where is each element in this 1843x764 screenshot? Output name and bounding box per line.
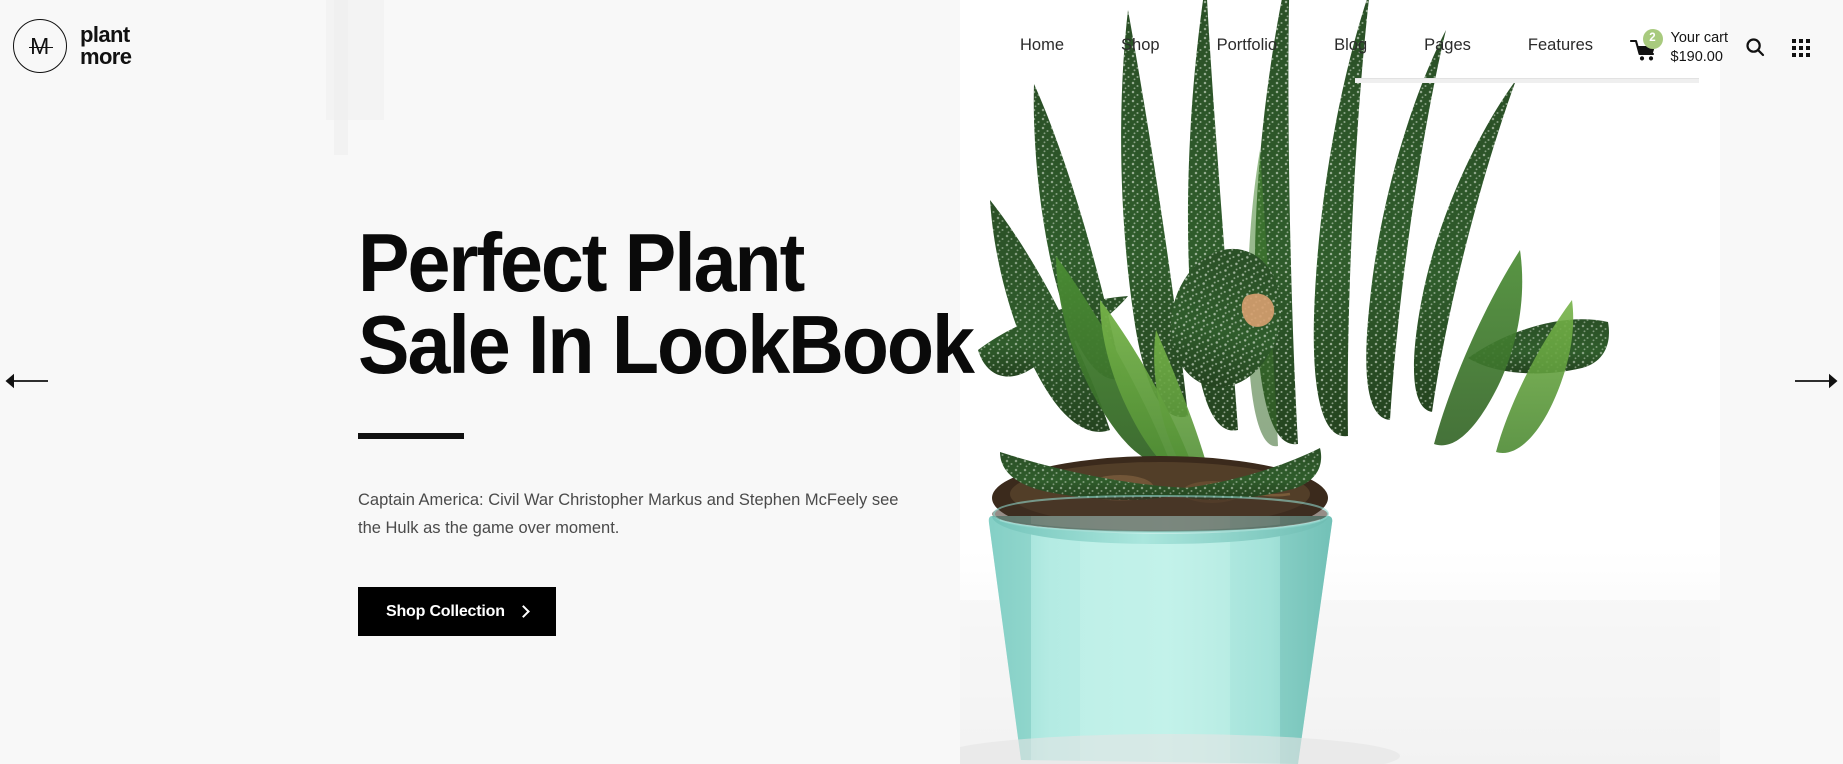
chevron-right-icon	[516, 604, 530, 618]
slider-prev-button[interactable]	[4, 362, 64, 402]
site-header: M plant more Home Shop Portfolio Blog Pa…	[0, 0, 1843, 92]
search-button[interactable]	[1732, 28, 1778, 68]
cart-total: $190.00	[1670, 49, 1723, 65]
nav-item-shop[interactable]: Shop	[1121, 34, 1160, 57]
nav-item-home[interactable]: Home	[1020, 34, 1064, 57]
brand-name-line2: more	[80, 44, 132, 69]
cart-badge-count: 2	[1642, 29, 1663, 49]
arrow-left-icon	[4, 372, 50, 393]
nav-item-portfolio[interactable]: Portfolio	[1217, 34, 1278, 57]
logo-monogram-strike	[29, 47, 53, 49]
logo-monogram-icon: M	[13, 19, 67, 73]
hero-title: Perfect Plant Sale In LookBook	[358, 221, 975, 391]
shop-collection-button[interactable]: Shop Collection	[358, 587, 556, 636]
hero-title-line1: Perfect Plant	[358, 216, 805, 309]
grid-menu-button[interactable]	[1778, 28, 1824, 68]
main-navigation: Home Shop Portfolio Blog Pages Features	[1020, 34, 1593, 57]
brand-name-line1: plant	[80, 22, 130, 47]
hero-description: Captain America: Civil War Christopher M…	[358, 491, 899, 537]
arrow-right-icon	[1793, 372, 1839, 393]
logo-monogram-letter: M	[30, 32, 50, 59]
nav-item-pages[interactable]: Pages	[1424, 34, 1471, 57]
cart-label: Your cart	[1670, 29, 1729, 46]
cart-button[interactable]: 2 Your cart $190.00	[1629, 29, 1733, 68]
header-actions: 2 Your cart $190.00	[1629, 28, 1825, 68]
search-icon	[1745, 37, 1765, 60]
grid-menu-icon	[1791, 38, 1811, 58]
cart-icon: 2	[1629, 29, 1663, 62]
hero-plant-image	[960, 0, 1720, 764]
nav-item-features[interactable]: Features	[1528, 34, 1593, 57]
hero-content: Perfect Plant Sale In LookBook Captain A…	[358, 221, 998, 636]
hero-title-line2: Sale In LookBook	[358, 298, 975, 391]
brand-logo[interactable]: M plant more	[13, 19, 132, 73]
cart-summary: Your cart $190.00	[1671, 29, 1729, 68]
brand-name: plant more	[80, 22, 132, 69]
hero-divider	[358, 433, 464, 439]
page-root: M plant more Home Shop Portfolio Blog Pa…	[0, 0, 1843, 764]
nav-item-blog[interactable]: Blog	[1334, 34, 1367, 57]
slider-next-button[interactable]	[1779, 362, 1839, 402]
shop-collection-label: Shop Collection	[386, 602, 505, 620]
